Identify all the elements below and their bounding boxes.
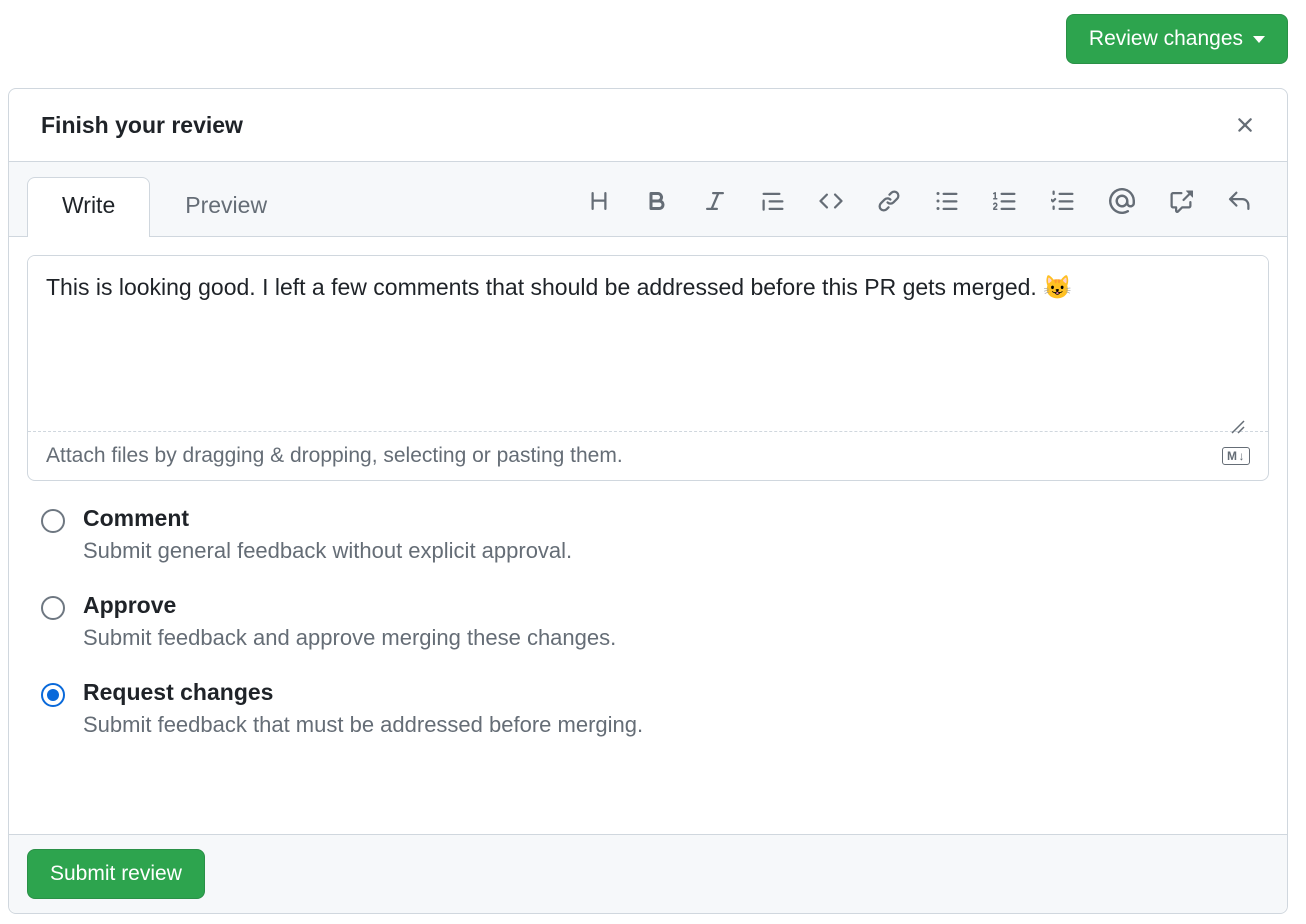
review-panel: Finish your review Write Preview bbox=[8, 88, 1288, 914]
editor-area: Attach files by dragging & dropping, sel… bbox=[9, 237, 1287, 481]
tabs-toolbar: Write Preview bbox=[9, 162, 1287, 237]
review-changes-label: Review changes bbox=[1089, 27, 1243, 51]
option-approve-desc: Submit feedback and approve merging thes… bbox=[83, 625, 616, 651]
option-request-changes-title: Request changes bbox=[83, 679, 643, 706]
review-changes-button[interactable]: Review changes bbox=[1066, 14, 1288, 64]
cross-reference-button[interactable] bbox=[1165, 185, 1197, 217]
markdown-badge[interactable]: M↓ bbox=[1222, 447, 1250, 465]
option-comment-desc: Submit general feedback without explicit… bbox=[83, 538, 572, 564]
option-approve[interactable]: Approve Submit feedback and approve merg… bbox=[41, 592, 1255, 651]
code-button[interactable] bbox=[815, 185, 847, 217]
formatting-toolbar bbox=[583, 184, 1269, 230]
cross-reference-icon bbox=[1169, 189, 1193, 213]
tab-preview[interactable]: Preview bbox=[150, 177, 302, 237]
link-icon bbox=[877, 189, 901, 213]
comment-textarea[interactable] bbox=[28, 256, 1268, 426]
ordered-list-icon bbox=[993, 189, 1017, 213]
quote-button[interactable] bbox=[757, 185, 789, 217]
option-comment[interactable]: Comment Submit general feedback without … bbox=[41, 505, 1255, 564]
option-comment-title: Comment bbox=[83, 505, 572, 532]
reply-button[interactable] bbox=[1223, 185, 1255, 217]
tab-write[interactable]: Write bbox=[27, 177, 150, 237]
unordered-list-button[interactable] bbox=[931, 185, 963, 217]
ordered-list-button[interactable] bbox=[989, 185, 1021, 217]
bold-icon bbox=[645, 189, 669, 213]
italic-icon bbox=[703, 189, 727, 213]
attach-files-row[interactable]: Attach files by dragging & dropping, sel… bbox=[28, 432, 1268, 480]
submit-review-button[interactable]: Submit review bbox=[27, 849, 205, 899]
resize-handle-icon[interactable] bbox=[1231, 420, 1245, 434]
mention-icon bbox=[1109, 188, 1135, 214]
italic-button[interactable] bbox=[699, 185, 731, 217]
radio-comment[interactable] bbox=[41, 509, 65, 533]
radio-approve[interactable] bbox=[41, 596, 65, 620]
quote-icon bbox=[761, 189, 785, 213]
option-approve-title: Approve bbox=[83, 592, 616, 619]
panel-title: Finish your review bbox=[41, 112, 243, 139]
bold-button[interactable] bbox=[641, 185, 673, 217]
attach-hint: Attach files by dragging & dropping, sel… bbox=[46, 444, 623, 468]
reply-icon bbox=[1227, 189, 1251, 213]
task-list-button[interactable] bbox=[1047, 185, 1079, 217]
unordered-list-icon bbox=[935, 189, 959, 213]
caret-down-icon bbox=[1253, 36, 1265, 43]
radio-request-changes[interactable] bbox=[41, 683, 65, 707]
task-list-icon bbox=[1051, 189, 1075, 213]
option-request-changes[interactable]: Request changes Submit feedback that mus… bbox=[41, 679, 1255, 738]
option-request-changes-desc: Submit feedback that must be addressed b… bbox=[83, 712, 643, 738]
close-icon bbox=[1233, 113, 1257, 137]
link-button[interactable] bbox=[873, 185, 905, 217]
code-icon bbox=[819, 189, 843, 213]
close-button[interactable] bbox=[1229, 109, 1261, 141]
panel-footer: Submit review bbox=[9, 834, 1287, 913]
heading-icon bbox=[587, 189, 611, 213]
review-options: Comment Submit general feedback without … bbox=[9, 481, 1287, 748]
panel-header: Finish your review bbox=[9, 89, 1287, 162]
tabs: Write Preview bbox=[27, 177, 302, 236]
heading-button[interactable] bbox=[583, 185, 615, 217]
textarea-wrap: Attach files by dragging & dropping, sel… bbox=[27, 255, 1269, 481]
mention-button[interactable] bbox=[1105, 184, 1139, 218]
